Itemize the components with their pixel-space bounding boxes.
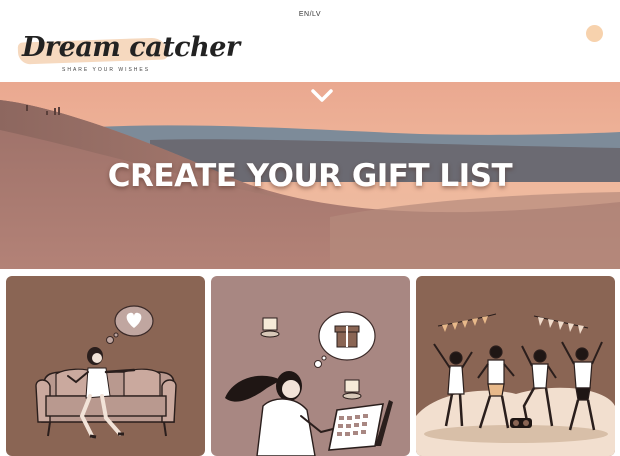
card-dreaming[interactable] <box>6 276 205 456</box>
user-avatar-button[interactable] <box>586 25 603 42</box>
language-switch[interactable]: EN/LV <box>0 11 620 18</box>
logo-subtitle: SHARE YOUR WISHES <box>62 67 151 73</box>
card-ordering[interactable] <box>211 276 410 456</box>
hero-banner: CREATE YOUR GIFT LIST <box>0 82 620 269</box>
woman-with-laptop-illustration <box>225 311 393 456</box>
card-celebrating[interactable] <box>416 276 615 456</box>
chevron-down-icon[interactable] <box>311 89 333 103</box>
party-friends-illustration <box>416 313 615 456</box>
hero-title: CREATE YOUR GIFT LIST <box>107 158 513 194</box>
logo[interactable]: Dream catcher SHARE YOUR WISHES <box>14 30 240 78</box>
woman-on-sofa-illustration <box>35 305 177 439</box>
logo-title: Dream catcher <box>22 32 240 63</box>
feature-cards <box>0 276 620 456</box>
